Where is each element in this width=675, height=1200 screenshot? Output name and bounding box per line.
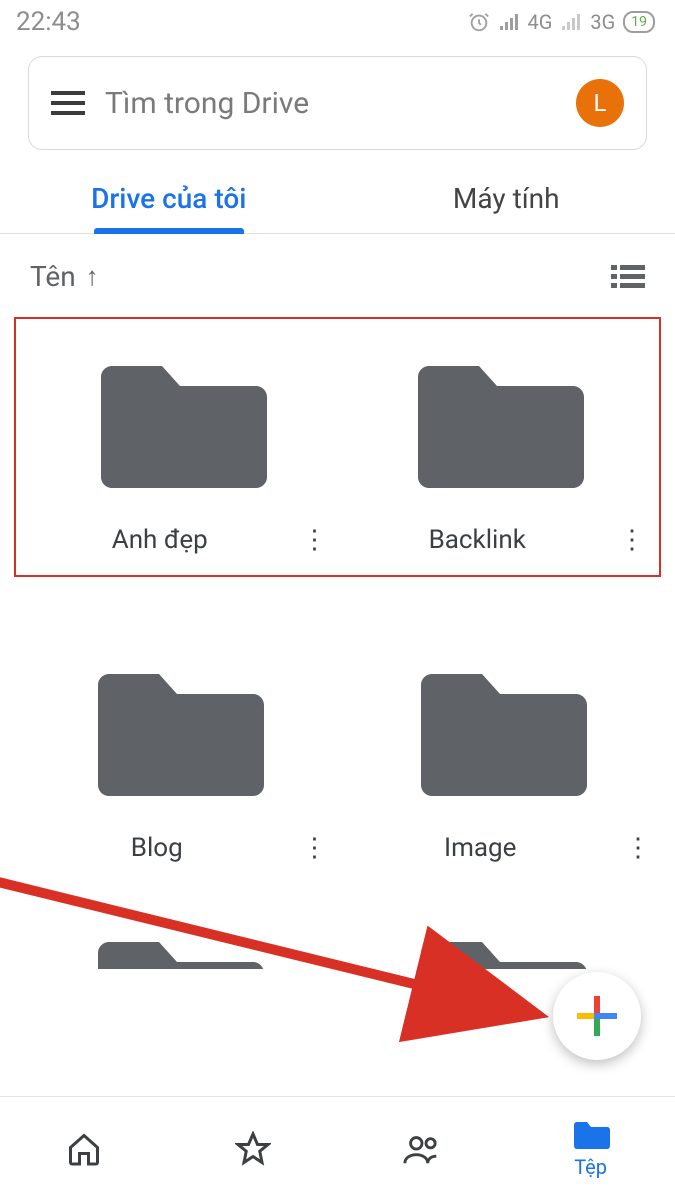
more-icon[interactable]: ⋮ [623, 833, 653, 863]
tab-computers[interactable]: Máy tính [338, 164, 675, 233]
network-2-label: 3G [590, 10, 615, 34]
sort-row: Tên ↑ [0, 234, 675, 303]
more-icon[interactable]: ⋮ [300, 525, 330, 555]
folder-icon [572, 1119, 610, 1151]
search-placeholder[interactable]: Tìm trong Drive [105, 86, 556, 121]
nav-files-label: Tệp [574, 1155, 607, 1179]
folder-icon [86, 929, 266, 969]
folder-item[interactable]: Backlink ⋮ [338, 329, 656, 567]
battery-indicator: 19 [623, 11, 655, 33]
nav-shared[interactable] [338, 1097, 507, 1200]
folder-item[interactable]: Anh đẹp ⋮ [20, 329, 338, 567]
highlight-annotation: Anh đẹp ⋮ Backlink ⋮ [14, 317, 661, 577]
more-icon[interactable]: ⋮ [300, 833, 330, 863]
tab-label: Drive của tôi [91, 182, 246, 215]
fab-add-button[interactable] [553, 972, 641, 1060]
more-icon[interactable]: ⋮ [617, 525, 647, 555]
folder-icon [86, 661, 266, 805]
folder-icon [409, 929, 589, 969]
menu-icon[interactable] [51, 91, 85, 115]
folder-item[interactable]: Image ⋮ [338, 637, 662, 875]
plus-icon [577, 996, 617, 1036]
nav-files[interactable]: Tệp [506, 1097, 675, 1200]
folder-name: Anh đẹp [20, 525, 300, 555]
bottom-nav: Tệp [0, 1096, 675, 1200]
status-bar: 22:43 4G 3G 19 [0, 0, 675, 44]
tabs: Drive của tôi Máy tính [0, 164, 675, 234]
sort-label: Tên [30, 260, 76, 293]
search-bar[interactable]: Tìm trong Drive L [28, 56, 647, 150]
status-right: 4G 3G 19 [468, 10, 656, 34]
signal-1-icon [498, 12, 520, 32]
list-view-icon[interactable] [611, 263, 645, 291]
avatar-letter: L [594, 89, 607, 117]
network-1-label: 4G [528, 10, 553, 34]
nav-starred[interactable] [169, 1097, 338, 1200]
avatar[interactable]: L [576, 79, 624, 127]
status-time: 22:43 [16, 7, 81, 37]
alarm-icon [468, 11, 490, 33]
folder-item[interactable] [14, 929, 338, 969]
people-icon [402, 1131, 442, 1167]
folder-item[interactable] [338, 929, 662, 969]
tab-label: Máy tính [453, 182, 560, 215]
folder-name: Image [338, 833, 624, 863]
signal-2-icon [560, 12, 582, 32]
sort-button[interactable]: Tên ↑ [30, 260, 99, 293]
home-icon [66, 1131, 102, 1167]
folder-icon [409, 661, 589, 805]
folder-name: Blog [14, 833, 300, 863]
star-icon [235, 1131, 271, 1167]
arrow-up-icon: ↑ [86, 261, 99, 292]
folder-name: Backlink [338, 525, 618, 555]
nav-home[interactable] [0, 1097, 169, 1200]
folder-icon [89, 353, 269, 497]
tab-my-drive[interactable]: Drive của tôi [0, 164, 338, 233]
folder-icon [406, 353, 586, 497]
folder-item[interactable]: Blog ⋮ [14, 637, 338, 875]
